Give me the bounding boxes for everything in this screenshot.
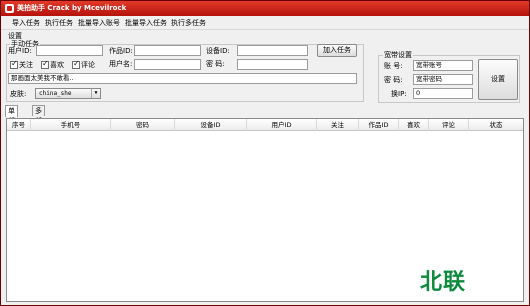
broadband-settings-button[interactable]: 设置 bbox=[478, 59, 518, 100]
tab-single-task[interactable]: 单任务 bbox=[5, 105, 18, 135]
like-checkbox-label: 喜欢 bbox=[50, 61, 64, 69]
col-header-device-id[interactable]: 设备ID bbox=[175, 119, 247, 131]
watermark-text: 北联 bbox=[420, 270, 467, 295]
password-input[interactable] bbox=[237, 59, 308, 70]
change-ip-input[interactable]: 0 bbox=[413, 88, 473, 99]
add-task-button[interactable]: 加入任务 bbox=[317, 44, 357, 57]
col-header-comment[interactable]: 评论 bbox=[429, 119, 469, 131]
menu-batch-import-accounts[interactable]: 批量导入账号 bbox=[76, 17, 122, 29]
skin-select-value: china_she bbox=[39, 90, 72, 97]
skin-label: 皮肤: bbox=[10, 90, 27, 98]
col-header-like[interactable]: 喜欢 bbox=[399, 119, 429, 131]
title-bar[interactable]: 美拍助手 Crack by Mcevilrock bbox=[1, 1, 529, 16]
col-header-phone[interactable]: 手机号 bbox=[31, 119, 111, 131]
col-header-password[interactable]: 密码 bbox=[111, 119, 175, 131]
broadband-password-input[interactable]: 宽带密码 bbox=[413, 74, 473, 85]
menu-bar: 导入任务 执行任务 批量导入账号 批量导入任务 执行多任务 bbox=[1, 16, 529, 30]
work-id-label: 作品ID: bbox=[109, 47, 133, 55]
col-header-index[interactable]: 序号 bbox=[7, 119, 31, 131]
tab-multi-task[interactable]: 多任务 bbox=[32, 105, 45, 135]
user-id-label: 用户ID: bbox=[8, 47, 32, 55]
device-id-label: 设备ID: bbox=[206, 47, 230, 55]
follow-checkbox[interactable]: 关注 bbox=[10, 59, 33, 70]
user-id-input[interactable] bbox=[36, 45, 103, 56]
change-ip-label: 换IP: bbox=[391, 90, 407, 98]
skin-select[interactable]: china_she ▼ bbox=[35, 88, 101, 99]
work-id-input[interactable] bbox=[134, 45, 201, 56]
device-id-input[interactable] bbox=[237, 45, 308, 56]
menu-run-multi-task[interactable]: 执行多任务 bbox=[169, 17, 208, 29]
checkbox-checked-icon bbox=[72, 59, 80, 69]
broadband-group-label: 宽带设置 bbox=[383, 50, 413, 60]
comment-checkbox-label: 评论 bbox=[81, 61, 95, 69]
menu-run-task[interactable]: 执行任务 bbox=[43, 17, 75, 29]
window-title: 美拍助手 Crack by Mcevilrock bbox=[17, 4, 127, 12]
broadband-password-label: 密 码: bbox=[384, 76, 403, 84]
app-icon bbox=[5, 4, 14, 13]
col-header-user-id[interactable]: 用户ID bbox=[247, 119, 317, 131]
col-header-follow[interactable]: 关注 bbox=[317, 119, 359, 131]
username-input[interactable] bbox=[134, 59, 201, 70]
menu-import-task[interactable]: 导入任务 bbox=[10, 17, 42, 29]
menu-batch-import-tasks[interactable]: 批量导入任务 bbox=[123, 17, 169, 29]
follow-checkbox-label: 关注 bbox=[19, 61, 33, 69]
broadband-account-label: 账 号: bbox=[384, 62, 403, 70]
broadband-account-input[interactable]: 宽带账号 bbox=[413, 60, 473, 71]
chevron-down-icon[interactable]: ▼ bbox=[91, 89, 100, 98]
col-header-work-id[interactable]: 作品ID bbox=[359, 119, 399, 131]
comment-input[interactable]: 那画面太美我不敢看.. bbox=[8, 73, 357, 84]
comment-checkbox[interactable]: 评论 bbox=[72, 59, 95, 70]
table-header: 序号 手机号 密码 设备ID 用户ID 关注 作品ID 喜欢 评论 状态 bbox=[7, 119, 523, 131]
password-label: 密 码: bbox=[206, 60, 225, 68]
app-window: 美拍助手 Crack by Mcevilrock 导入任务 执行任务 批量导入账… bbox=[0, 0, 530, 306]
checkbox-checked-icon bbox=[41, 59, 49, 69]
like-checkbox[interactable]: 喜欢 bbox=[41, 59, 64, 70]
checkbox-checked-icon bbox=[10, 59, 18, 69]
col-header-status[interactable]: 状态 bbox=[469, 119, 523, 131]
username-label: 用户名: bbox=[109, 60, 133, 68]
